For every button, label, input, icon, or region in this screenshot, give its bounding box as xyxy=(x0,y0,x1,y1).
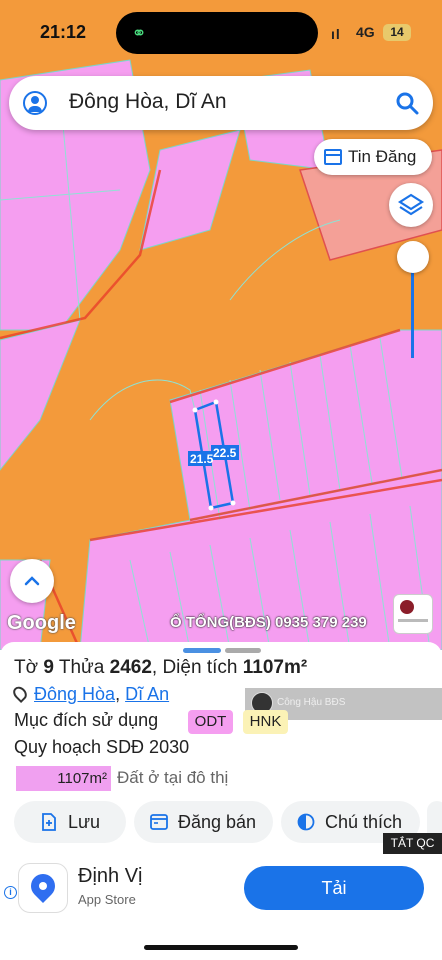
parcel-dim-left: 21.5 xyxy=(190,452,214,466)
seller-thumbnail[interactable] xyxy=(393,594,433,634)
ward-link[interactable]: Đông Hòa xyxy=(34,684,115,704)
search-bar[interactable]: Đông Hòa, Dĩ An xyxy=(9,76,433,130)
map-pin-icon xyxy=(10,683,30,704)
bookmark-add-icon xyxy=(42,813,56,831)
contrast-icon xyxy=(297,813,315,831)
post-listing-label: Đăng bán xyxy=(178,812,257,832)
battery-level: 14 xyxy=(383,24,411,41)
search-query[interactable]: Đông Hòa, Dĩ An xyxy=(69,90,227,114)
sheet-handle-secondary[interactable] xyxy=(225,648,261,653)
listing-icon xyxy=(150,814,168,830)
network-type: 4G xyxy=(356,24,375,40)
layers-button[interactable] xyxy=(389,183,433,227)
save-label: Lưu xyxy=(68,812,101,832)
app-icon[interactable] xyxy=(18,863,68,913)
opacity-slider-track[interactable] xyxy=(411,258,414,358)
status-time: 21:12 xyxy=(40,22,87,42)
post-listing-button[interactable]: Đăng bán xyxy=(134,801,273,843)
chevron-up-icon xyxy=(24,576,40,586)
listing-icon xyxy=(324,149,342,165)
thumb-line xyxy=(398,619,428,622)
sheet-handle-primary[interactable] xyxy=(183,648,221,653)
opacity-slider-handle[interactable] xyxy=(397,241,429,273)
dynamic-island: ⚭ xyxy=(116,12,318,54)
screen: 21.5 22.5 21:12 ⚭ ıl 4G 14 Đông Hòa, Dĩ … xyxy=(0,0,442,960)
ad-overlay-name: Công Hậu BĐS xyxy=(277,697,346,708)
plot-title: Tờ 9 Thửa 2462, Diện tích 1107m² xyxy=(14,657,308,678)
plot-location: Đông Hòa, Dĩ An xyxy=(10,683,169,705)
location-icon[interactable] xyxy=(23,91,47,115)
link-icon: ⚭ xyxy=(131,23,147,43)
purpose-label: Mục đích sử dụng xyxy=(14,710,159,730)
google-logo: Google xyxy=(7,612,76,634)
plan-area-badge: 1107m² xyxy=(16,766,111,791)
legend-label: Chú thích xyxy=(325,812,403,832)
district-link[interactable]: Dĩ An xyxy=(125,684,169,704)
save-button[interactable]: Lưu xyxy=(14,801,126,843)
plan-area-description: Đất ở tại đô thị xyxy=(117,768,229,787)
status-bar: 21:12 ⚭ ıl 4G 14 xyxy=(0,0,442,64)
tin-dang-button[interactable]: Tin Đăng xyxy=(314,139,432,175)
hide-ads-button[interactable]: TẮT QC xyxy=(383,833,442,854)
ad-app-name: Định Vị xyxy=(78,865,143,887)
watermark-text: Ổ TỔNG(BĐS) 0935 379 239 xyxy=(170,614,367,631)
tin-dang-label: Tin Đăng xyxy=(348,147,417,166)
signal-icon: ıl xyxy=(331,26,341,42)
avatar xyxy=(400,600,414,614)
ad-banner[interactable]: i Định Vị App Store Tải xyxy=(0,855,442,922)
ad-info-icon[interactable]: i xyxy=(4,886,17,899)
purpose-tag-hnk: HNK xyxy=(243,710,288,734)
ad-download-button[interactable]: Tải xyxy=(244,866,424,910)
plan-label: Quy hoạch SDĐ 2030 xyxy=(14,737,190,757)
home-indicator[interactable] xyxy=(144,945,298,950)
purpose-tag-odt: ODT xyxy=(188,710,233,734)
ad-store-label: App Store xyxy=(78,892,136,907)
parcel-dim-right: 22.5 xyxy=(213,446,237,460)
expand-sheet-button[interactable] xyxy=(10,559,54,603)
layers-icon xyxy=(397,193,425,216)
search-icon[interactable] xyxy=(394,90,420,116)
